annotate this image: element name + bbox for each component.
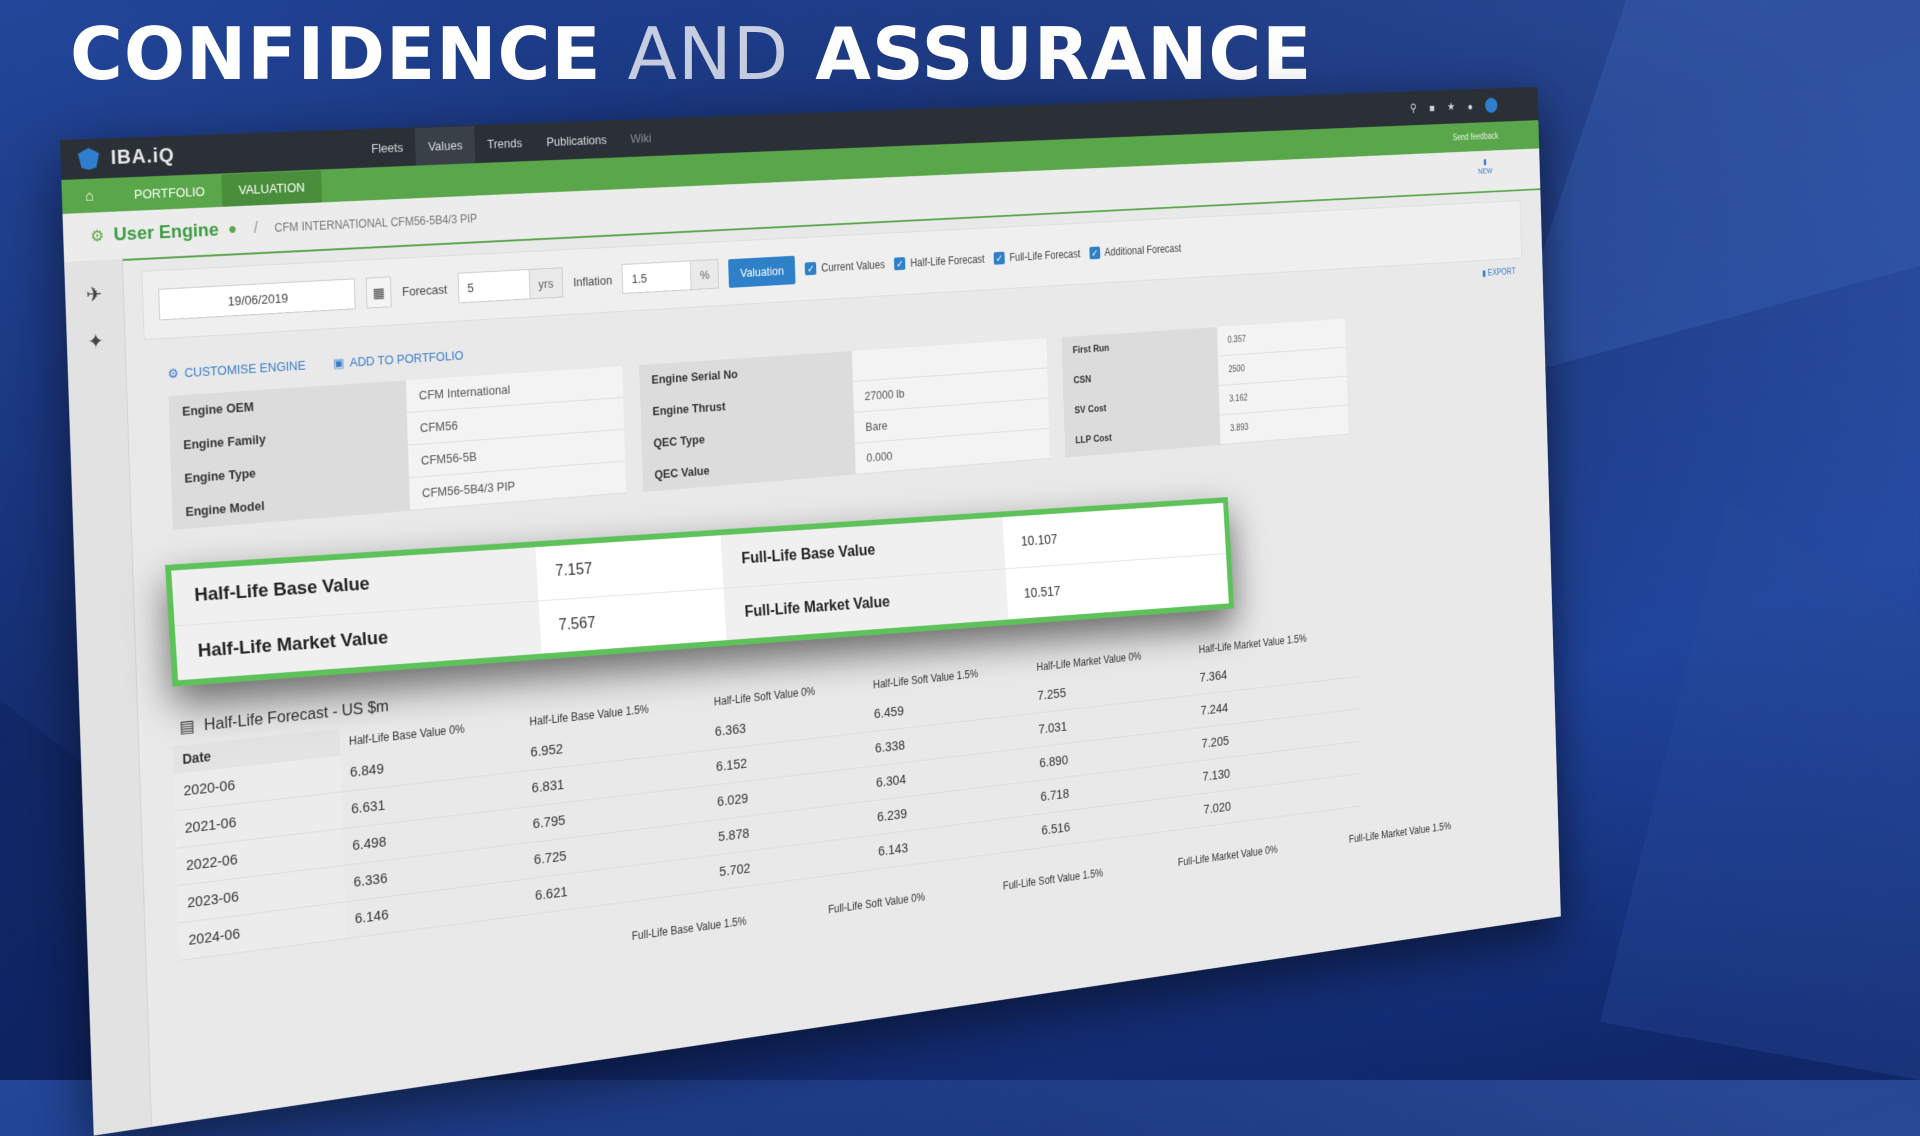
forecast-years-input[interactable]: 5: [457, 269, 531, 304]
inflation-unit: %: [690, 258, 720, 291]
folder-icon[interactable]: ■: [1429, 101, 1435, 114]
full-life-forecast-checkbox[interactable]: ✓ Full-Life Forecast: [993, 247, 1081, 265]
toolbar-icons: ⚲ ■ ★ ●: [1410, 96, 1538, 116]
table-icon: ▤: [179, 716, 195, 737]
checkbox-checked-icon: ✓: [993, 251, 1005, 265]
nav-values[interactable]: Values: [414, 125, 476, 166]
headline-part-3: ASSURANCE: [815, 12, 1313, 96]
spec-table-right: First Run 0.357 CSN 2500 SV Cost 3.162 LLP …: [1061, 318, 1349, 458]
additional-forecast-checkbox[interactable]: ✓ Additional Forecast: [1089, 242, 1182, 260]
app-name: IBA.iQ: [110, 144, 176, 169]
key-icon: ⚙: [167, 365, 179, 382]
inflation-label: Inflation: [572, 272, 613, 289]
checkbox-checked-icon: ✓: [1089, 246, 1101, 260]
checkbox-checked-icon: ✓: [894, 257, 906, 271]
nav-publications[interactable]: Publications: [534, 120, 619, 160]
new-button-label: NEW: [1477, 166, 1493, 176]
breadcrumb-separator: /: [253, 219, 259, 237]
nav-fleets[interactable]: Fleets: [358, 128, 416, 168]
nav-trends[interactable]: Trends: [474, 123, 535, 162]
user-avatar-icon[interactable]: [1484, 97, 1498, 114]
inflation-input[interactable]: 1.5: [621, 260, 692, 294]
headline-part-2: AND: [627, 12, 790, 96]
breadcrumb-path: CFM INTERNATIONAL CFM56-5B4/3 PIP: [274, 211, 478, 235]
column-header[interactable]: Full-Life Base Value 1.5%: [632, 914, 747, 942]
background-facet: [1600, 500, 1920, 1080]
column-header[interactable]: Full-Life Soft Value 1.5%: [1003, 867, 1104, 893]
column-header[interactable]: Full-Life Soft Value 0%: [828, 890, 925, 916]
nav-wiki[interactable]: Wiki: [618, 119, 664, 157]
export-label: EXPORT: [1487, 267, 1516, 279]
forecast-label: Forecast: [401, 281, 448, 299]
aircraft-icon[interactable]: ✈: [65, 281, 124, 309]
slide-headline: CONFIDENCE AND ASSURANCE: [70, 12, 1312, 96]
column-header[interactable]: Full-Life Market Value 0%: [1178, 843, 1278, 869]
add-to-portfolio-label: ADD TO PORTFOLIO: [349, 347, 464, 370]
current-values-checkbox[interactable]: ✓ Current Values: [804, 258, 886, 276]
engine-fan-icon[interactable]: ✦: [66, 327, 125, 355]
checkbox-label: Full-Life Forecast: [1009, 247, 1081, 264]
spec-table-middle: Engine Serial No Engine Thrust 27000 lb Q…: [639, 338, 1050, 492]
half-life-market-value: 7.567: [558, 614, 596, 634]
home-icon[interactable]: ⌂: [62, 186, 118, 205]
checkbox-label: Additional Forecast: [1104, 242, 1182, 259]
customise-engine-label: CUSTOMISE ENGINE: [184, 357, 306, 381]
user-icon: ●: [227, 220, 238, 238]
send-feedback-link[interactable]: Send feedback: [1452, 130, 1538, 142]
star-icon[interactable]: ★: [1447, 100, 1455, 114]
app-logo[interactable]: IBA.iQ: [60, 137, 359, 171]
checkbox-checked-icon: ✓: [804, 261, 817, 276]
shield-logo-icon: [78, 148, 100, 171]
tab-valuation[interactable]: VALUATION: [221, 169, 322, 207]
valuation-date-input[interactable]: 19/06/2019: [158, 278, 356, 321]
checkbox-label: Current Values: [821, 258, 886, 275]
headline-part-1: CONFIDENCE: [70, 12, 602, 96]
background-facet: [1500, 0, 1920, 380]
customise-engine-link[interactable]: ⚙ CUSTOMISE ENGINE: [167, 358, 305, 382]
briefcase-icon: ▣: [332, 355, 345, 371]
forecast-unit: yrs: [528, 267, 564, 300]
page-title: User Engine: [113, 219, 220, 246]
engine-icon: ⚙: [90, 228, 105, 246]
column-header[interactable]: Full-Life Market Value 1.5%: [1349, 820, 1452, 846]
add-to-portfolio-link[interactable]: ▣ ADD TO PORTFOLIO: [333, 348, 464, 372]
calendar-icon[interactable]: ▦: [365, 276, 392, 309]
search-icon[interactable]: ⚲: [1410, 101, 1417, 115]
tab-portfolio[interactable]: PORTFOLIO: [116, 174, 222, 211]
new-button[interactable]: ▮ NEW: [1478, 157, 1493, 175]
chat-icon[interactable]: ●: [1467, 100, 1473, 113]
spec-table-left: Engine OEM CFM International Engine Famil…: [168, 366, 627, 530]
half-life-forecast-checkbox[interactable]: ✓ Half-Life Forecast: [894, 253, 985, 271]
checkbox-label: Half-Life Forecast: [910, 252, 985, 270]
valuation-button[interactable]: Valuation: [728, 255, 796, 288]
main-content: 19/06/2019 ▦ Forecast 5 yrs Inflation 1.…: [141, 200, 1526, 532]
